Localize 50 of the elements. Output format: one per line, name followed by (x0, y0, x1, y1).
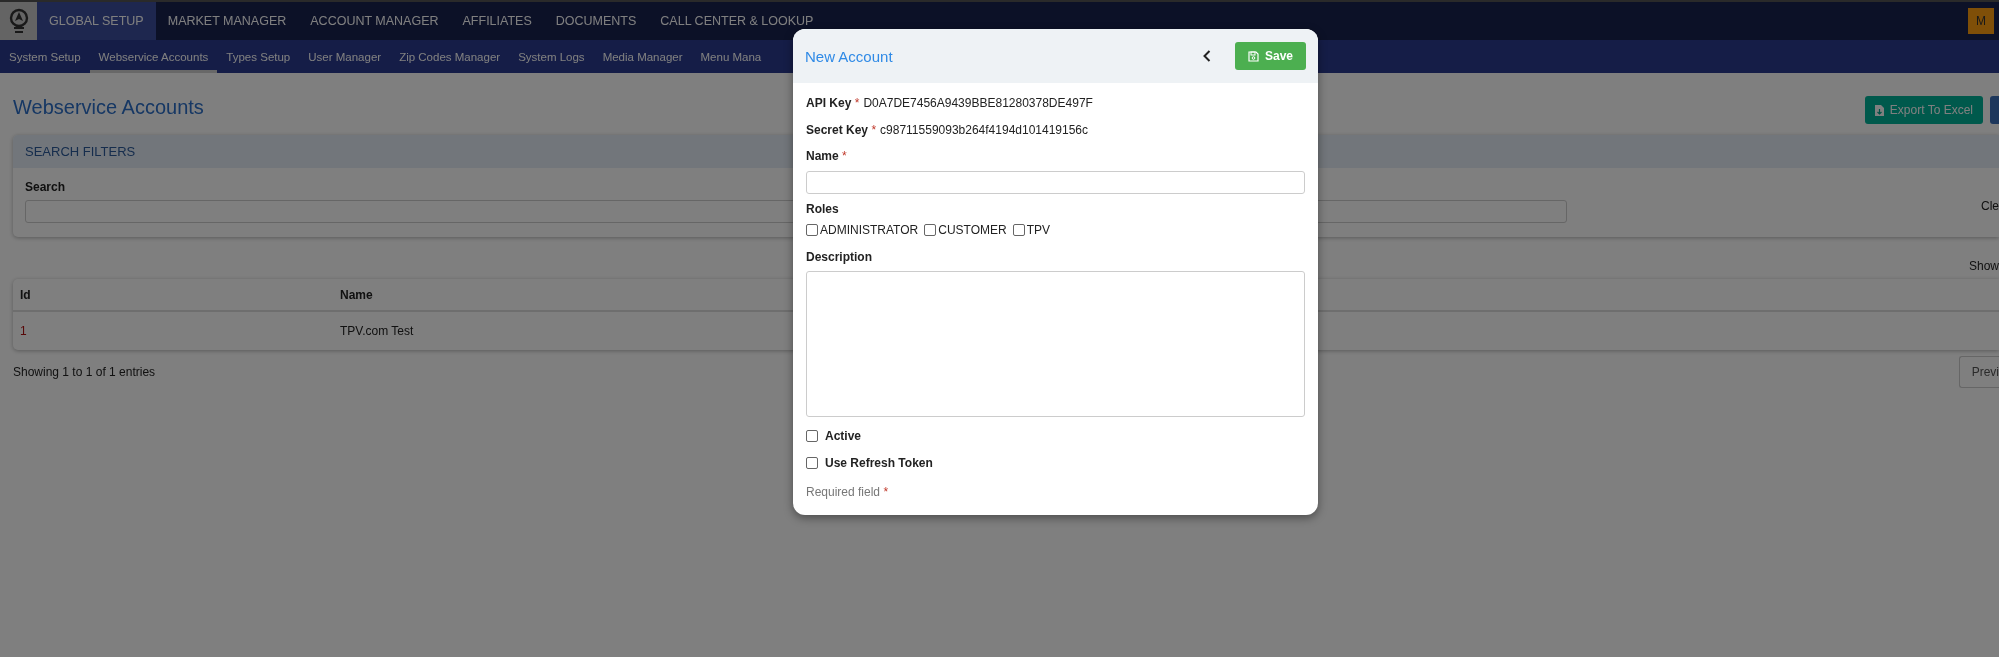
nav-tab[interactable]: MARKET MANAGER (155, 2, 299, 40)
nav-tab[interactable]: ACCOUNT MANAGER (298, 2, 451, 40)
table-info: Showing 1 to 1 of 1 entries (13, 365, 156, 379)
sub-nav-tab[interactable]: Menu Mana (691, 40, 771, 73)
sub-nav-tab[interactable]: Types Setup (217, 40, 300, 73)
field-label: Roles (806, 202, 840, 216)
checkbox[interactable] (806, 224, 818, 236)
checkbox-label: Use Refresh Token (825, 455, 933, 470)
checkbox[interactable] (924, 224, 937, 236)
previous-button[interactable]: Previ (1958, 356, 1999, 388)
user-avatar[interactable]: M (1968, 8, 1994, 34)
dialog-title: New Account (805, 47, 893, 65)
nav-tab[interactable]: AFFILIATES (450, 2, 544, 40)
column-header[interactable]: Id (13, 287, 333, 302)
file-download-icon (1874, 104, 1884, 116)
field-label: Secret Key * (806, 122, 877, 137)
checkbox-label: ADMINISTRATOR (820, 223, 919, 237)
checkbox-label: CUSTOMER (938, 223, 1007, 237)
checkbox[interactable] (1012, 224, 1025, 236)
show-entries-label: Show (1968, 259, 1999, 273)
checkbox[interactable] (806, 456, 818, 469)
clear-link[interactable]: Cle (1981, 198, 1999, 213)
logo-icon[interactable] (0, 2, 37, 40)
nav-tab[interactable]: DOCUMENTS (543, 2, 649, 40)
page-title: Webservice Accounts (13, 94, 204, 119)
sub-nav-tab[interactable]: Webservice Accounts (89, 40, 218, 73)
name-field[interactable] (806, 171, 1305, 194)
nav-tab[interactable]: CALL CENTER & LOOKUP (648, 2, 826, 40)
key-value: D0A7DE7456A9439BBE81280378DE497F (863, 95, 1093, 110)
table-cell-text: TPV.com Test (339, 324, 414, 338)
sub-nav-tab[interactable]: System Logs (509, 40, 594, 73)
nav-tab[interactable]: GLOBAL SETUP (37, 2, 156, 40)
field-label: Name * (806, 149, 848, 163)
field-label: Description (806, 250, 873, 264)
save-button[interactable]: Save (1234, 42, 1306, 70)
sub-nav-tab[interactable]: Media Manager (593, 40, 692, 73)
sub-nav-tab[interactable]: System Setup (0, 40, 90, 73)
description-field[interactable] (806, 271, 1305, 417)
sub-nav-tab[interactable]: User Manager (299, 40, 391, 73)
sub-nav-tab[interactable]: Zip Codes Manager (390, 40, 510, 73)
required-field-note: Required field * (806, 485, 890, 499)
key-value: c98711559093b264f4194d101419156c (880, 122, 1089, 137)
field-label: Search (25, 180, 66, 194)
field-label: API Key * (806, 95, 860, 110)
checkbox-label: Active (825, 428, 862, 443)
back-icon[interactable] (1202, 50, 1211, 62)
id-link[interactable]: 1 (13, 324, 333, 338)
checkbox[interactable] (806, 429, 818, 442)
column-header[interactable]: Name (333, 287, 373, 302)
checkbox-label: TPV (1026, 223, 1051, 237)
